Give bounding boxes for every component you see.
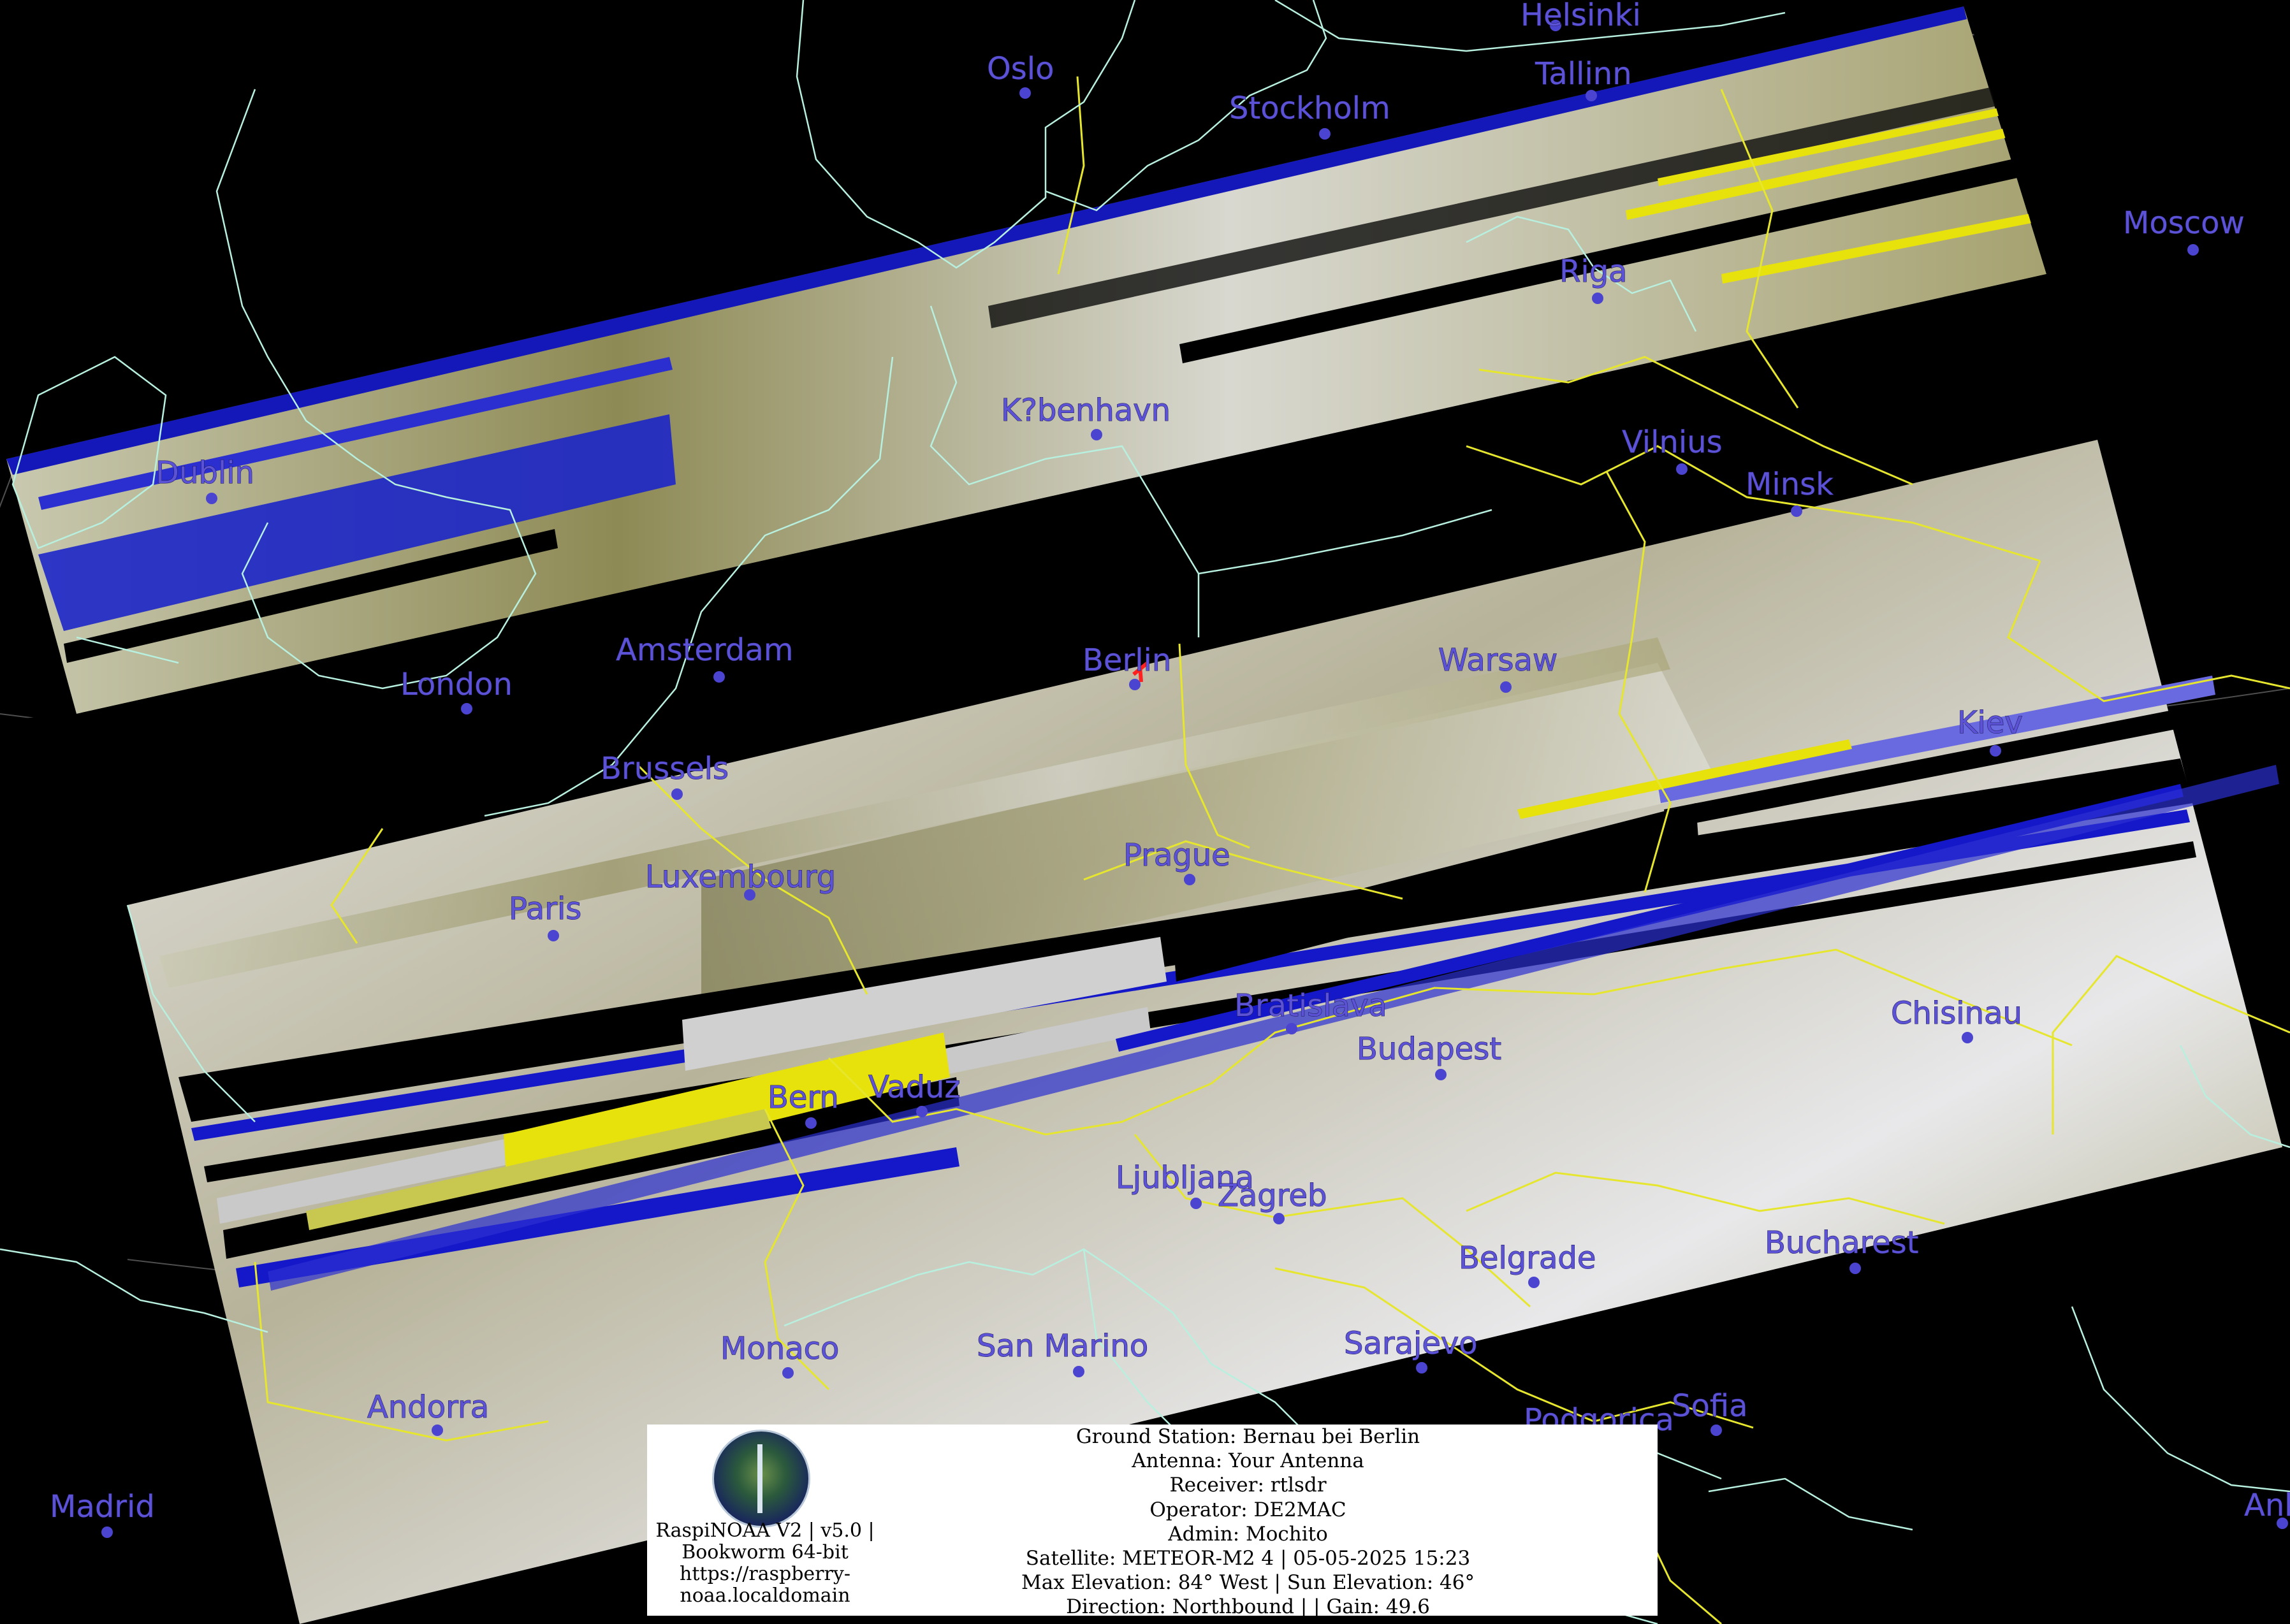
raspinoaa-logo — [712, 1430, 810, 1528]
city-dot-zagreb — [1273, 1213, 1285, 1224]
city-dot-vilnius — [1676, 463, 1688, 475]
city-label-moscow: Moscow — [2123, 205, 2245, 241]
city-dot-london — [461, 703, 472, 714]
city-label-london: London — [400, 667, 513, 702]
city-label-helsinki: Helsinki — [1521, 0, 1641, 33]
receiver-text: Receiver: rtlsdr — [1169, 1474, 1327, 1497]
city-dot-paris — [548, 930, 559, 941]
elevation-text: Max Elevation: 84° West | Sun Elevation:… — [1021, 1571, 1475, 1595]
city-dot-riga — [1592, 293, 1603, 304]
city-dot-ljubljana — [1190, 1198, 1202, 1209]
city-label-ankara: Ankara — [2244, 1488, 2290, 1523]
city-dot-prague — [1184, 874, 1195, 885]
city-dot-amsterdam — [713, 671, 725, 683]
admin-text: Admin: Mochito — [1168, 1522, 1328, 1546]
city-dot-chisinau — [1962, 1032, 1973, 1043]
city-label-sofia: Sofia — [1672, 1388, 1747, 1424]
city-label-sarajevo: Sarajevo — [1344, 1326, 1478, 1361]
city-label-belgrade: Belgrade — [1459, 1240, 1596, 1276]
city-dot-berlin — [1129, 679, 1141, 690]
city-label-minsk: Minsk — [1746, 467, 1834, 502]
city-dot-stockholm — [1319, 128, 1331, 140]
city-label-kobenhavn: K?benhavn — [1001, 393, 1171, 428]
city-dot-andorra — [432, 1425, 443, 1436]
city-label-tallinn: Tallinn — [1535, 56, 1632, 92]
city-label-bucharest: Bucharest — [1765, 1225, 1919, 1261]
city-label-warsaw: Warsaw — [1438, 642, 1557, 678]
city-dot-minsk — [1791, 505, 1802, 517]
city-label-bratislava: Bratislava — [1234, 988, 1387, 1024]
antenna-text: Antenna: Your Antenna — [1132, 1449, 1364, 1473]
city-label-dublin: Dublin — [156, 455, 254, 491]
city-label-monaco: Monaco — [720, 1331, 839, 1367]
satellite-map: Helsinki Oslo Tallinn Stockholm Moscow R… — [0, 0, 2290, 1624]
city-label-zagreb: Zagreb — [1218, 1178, 1327, 1214]
city-label-riga: Riga — [1559, 254, 1628, 289]
city-label-madrid: Madrid — [50, 1489, 155, 1525]
city-label-budapest: Budapest — [1357, 1031, 1501, 1067]
city-label-prague: Prague — [1123, 837, 1230, 873]
city-label-oslo: Oslo — [987, 51, 1054, 87]
city-dot-bratislava — [1286, 1023, 1297, 1034]
operator-text: Operator: DE2MAC — [1149, 1498, 1346, 1521]
city-label-brussels: Brussels — [601, 751, 729, 787]
city-label-berlin: Berlin — [1083, 642, 1171, 678]
city-dot-belgrade — [1528, 1277, 1540, 1288]
city-dot-brussels — [671, 788, 683, 800]
city-dot-san-marino — [1073, 1366, 1084, 1377]
city-label-vaduz: Vaduz — [868, 1069, 961, 1105]
city-dot-bern — [805, 1117, 817, 1129]
city-dot-warsaw — [1500, 681, 1512, 693]
city-dot-kiev — [1990, 745, 2001, 757]
city-label-luxembourg: Luxembourg — [645, 859, 836, 895]
city-label-san-marino: San Marino — [977, 1328, 1148, 1364]
direction-text: Direction: Northbound | | Gain: 49.6 — [1066, 1595, 1430, 1619]
city-label-chisinau: Chisinau — [1891, 996, 2022, 1031]
city-label-stockholm: Stockholm — [1229, 91, 1390, 126]
city-label-kiev: Kiev — [1957, 705, 2023, 741]
city-dot-sarajevo — [1416, 1362, 1427, 1374]
city-label-paris: Paris — [509, 891, 581, 927]
pass-info-box: RaspiNOAA V2 | v5.0 | Bookworm 64-bit ht… — [647, 1425, 1658, 1619]
pass-details-panel: Ground Station: Bernau bei Berlin Antenn… — [838, 1425, 1658, 1619]
map-stage: Helsinki Oslo Tallinn Stockholm Moscow R… — [0, 0, 2290, 1624]
ground-station-text: Ground Station: Bernau bei Berlin — [1076, 1425, 1420, 1448]
city-dot-moscow — [2187, 244, 2199, 256]
city-dot-madrid — [101, 1526, 113, 1538]
city-dot-vaduz — [916, 1106, 928, 1117]
city-label-andorra: Andorra — [367, 1389, 489, 1425]
city-dot-oslo — [1019, 87, 1031, 99]
city-label-bern: Bern — [768, 1080, 839, 1115]
city-dot-bucharest — [1849, 1263, 1861, 1274]
city-dot-dublin — [206, 493, 217, 504]
satellite-text: Satellite: METEOR-M2 4 | 05-05-2025 15:2… — [1025, 1547, 1471, 1570]
city-dot-sofia — [1710, 1425, 1722, 1436]
city-dot-monaco — [782, 1367, 794, 1379]
city-dot-budapest — [1435, 1069, 1447, 1080]
city-dot-kobenhavn — [1091, 429, 1102, 440]
city-label-vilnius: Vilnius — [1622, 424, 1723, 460]
city-label-amsterdam: Amsterdam — [616, 632, 793, 668]
